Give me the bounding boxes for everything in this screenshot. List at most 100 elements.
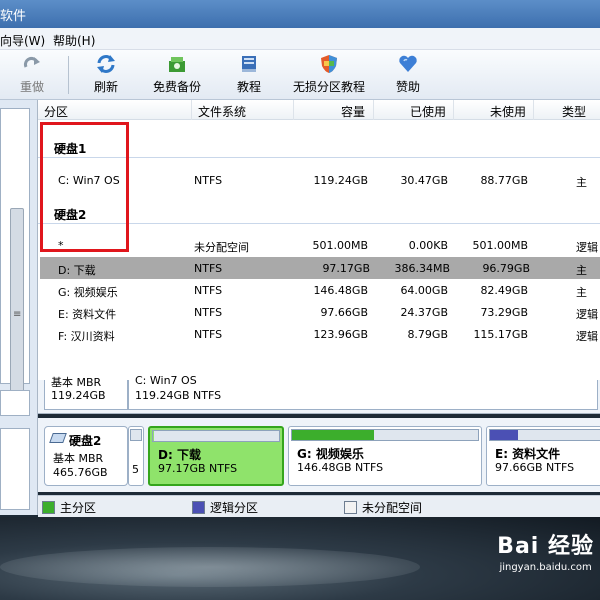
disk2-size: 465.76GB	[53, 466, 108, 479]
list-header: 分区 文件系统 容量 已使用 未使用 类型	[38, 100, 600, 120]
left-panel-box-lower	[0, 390, 30, 416]
disk1-partition-size: 119.24GB NTFS	[135, 389, 222, 402]
refresh-icon	[97, 55, 115, 73]
cell-filesystem: 未分配空间	[194, 241, 249, 254]
legend-label: 未分配空间	[362, 501, 423, 515]
heart-icon	[399, 55, 417, 72]
header-free[interactable]: 未使用	[490, 103, 526, 120]
legend-label: 主分区	[60, 501, 97, 515]
title-bar: 软件	[0, 0, 600, 28]
legend-label: 逻辑分区	[210, 501, 259, 515]
cell-type: 逻辑	[576, 330, 598, 343]
header-capacity[interactable]: 容量	[341, 103, 365, 120]
lossless-tutorial-label: 无损分区教程	[292, 80, 365, 94]
backup-icon	[169, 57, 185, 72]
donate-button[interactable]: 赞助	[392, 53, 424, 97]
left-panel-box-bottom	[0, 428, 30, 510]
legend-swatch	[192, 501, 205, 514]
partition-block-d[interactable]: D: 下载 97.17GB NTFS	[148, 426, 284, 486]
partition-size: 146.48GB NTFS	[297, 461, 384, 474]
usage-fill	[490, 430, 518, 440]
cell-used: 8.79GB	[407, 328, 448, 341]
unallocated-block[interactable]: 5	[128, 426, 144, 486]
tutorial-button[interactable]: 教程	[232, 53, 266, 97]
left-side-panel: ≡	[0, 100, 38, 515]
cell-partition: E: 资料文件	[58, 308, 117, 321]
unallocated-bar	[130, 429, 142, 441]
header-divider	[293, 100, 294, 120]
cell-free: 88.77GB	[480, 174, 528, 187]
cell-used: 386.34MB	[394, 262, 450, 275]
redo-label: 重做	[19, 80, 44, 94]
watermark: Bai 经验 jingyan.baidu.com	[497, 528, 594, 573]
book-icon	[242, 56, 256, 72]
partition-block-g[interactable]: G: 视频娱乐 146.48GB NTFS	[288, 426, 482, 486]
header-partition[interactable]: 分区	[44, 103, 68, 120]
cell-capacity: 119.24GB	[313, 174, 368, 187]
disk1-map[interactable]: 基本 MBR 119.24GB C: Win7 OS 119.24GB NTFS	[38, 374, 600, 414]
refresh-label: 刷新	[93, 80, 118, 94]
disk2-info[interactable]: 硬盘2 基本 MBR 465.76GB	[44, 426, 128, 486]
unallocated-label: 5	[132, 463, 139, 476]
tutorial-label: 教程	[236, 80, 261, 94]
legend-bar: 主分区 逻辑分区 未分配空间	[38, 495, 600, 517]
cell-partition: D: 下载	[58, 264, 96, 277]
redo-icon	[23, 56, 40, 68]
header-used[interactable]: 已使用	[410, 103, 446, 120]
lossless-tutorial-button[interactable]: 无损分区教程	[290, 53, 368, 97]
disk1-info[interactable]: 基本 MBR 119.24GB	[44, 376, 128, 410]
header-divider	[533, 100, 534, 120]
cell-partition: F: 汉川资料	[58, 330, 115, 343]
watermark-logo: Bai 经验	[497, 534, 594, 559]
window-title: 软件	[0, 9, 27, 24]
cell-capacity: 123.96GB	[313, 328, 368, 341]
cell-capacity: 146.48GB	[313, 284, 368, 297]
hard-disk-icon	[49, 433, 67, 443]
refresh-button[interactable]: 刷新	[88, 53, 124, 97]
cell-filesystem: NTFS	[194, 284, 223, 297]
table-row[interactable]: G: 视频娱乐 NTFS 146.48GB 64.00GB 82.49GB 主	[38, 279, 600, 301]
partition-name: D: 下载	[158, 448, 201, 462]
header-divider	[453, 100, 454, 120]
usage-fill	[292, 430, 374, 440]
left-panel-scrollbar[interactable]: ≡	[10, 208, 24, 413]
disk1-partition-block[interactable]: C: Win7 OS 119.24GB NTFS	[128, 374, 598, 410]
cell-type: 主	[576, 176, 587, 189]
wave-decoration	[0, 547, 420, 587]
cell-free: 115.17GB	[473, 328, 528, 341]
cell-filesystem: NTFS	[194, 306, 223, 319]
disk1-partition-name: C: Win7 OS	[135, 374, 197, 387]
cell-filesystem: NTFS	[194, 174, 223, 187]
usage-bar	[489, 429, 600, 441]
scroll-grip-icon: ≡	[13, 309, 22, 320]
usage-bar	[152, 430, 280, 442]
disk1-size: 119.24GB	[51, 389, 106, 402]
partition-name: E: 资料文件	[495, 447, 561, 461]
cell-used: 0.00KB	[408, 239, 448, 252]
cell-capacity: 97.17GB	[322, 262, 370, 275]
table-row[interactable]: E: 资料文件 NTFS 97.66GB 24.37GB 73.29GB 逻辑	[38, 301, 600, 323]
usage-bar	[291, 429, 479, 441]
redo-button[interactable]: 重做	[14, 53, 50, 97]
header-type[interactable]: 类型	[562, 103, 586, 120]
shield-icon	[321, 55, 337, 73]
disk2-name: 硬盘2	[69, 434, 102, 448]
cell-type: 逻辑	[576, 241, 598, 254]
partition-block-e[interactable]: E: 资料文件 97.66GB NTFS	[486, 426, 600, 486]
menu-help[interactable]: 帮助(H)	[53, 32, 95, 49]
donate-label: 赞助	[395, 80, 420, 94]
cell-type: 逻辑	[576, 308, 598, 321]
cell-free: 73.29GB	[480, 306, 528, 319]
menu-wizard[interactable]: 向导(W)	[0, 32, 45, 49]
header-filesystem[interactable]: 文件系统	[198, 103, 246, 120]
cell-partition: G: 视频娱乐	[58, 286, 118, 299]
usage-fill	[153, 431, 155, 441]
cell-type: 主	[576, 286, 587, 299]
toolbar: 重做 刷新 免费备份 教程 无损分区教程 赞助	[0, 50, 600, 100]
legend-swatch	[344, 501, 357, 514]
partition-size: 97.17GB NTFS	[158, 462, 238, 475]
backup-button[interactable]: 免费备份	[148, 53, 206, 97]
table-row[interactable]: F: 汉川资料 NTFS 123.96GB 8.79GB 115.17GB 逻辑	[38, 323, 600, 345]
backup-label: 免费备份	[152, 80, 201, 94]
table-row-selected[interactable]: D: 下载 NTFS 97.17GB 386.34MB 96.79GB 主	[40, 257, 600, 279]
